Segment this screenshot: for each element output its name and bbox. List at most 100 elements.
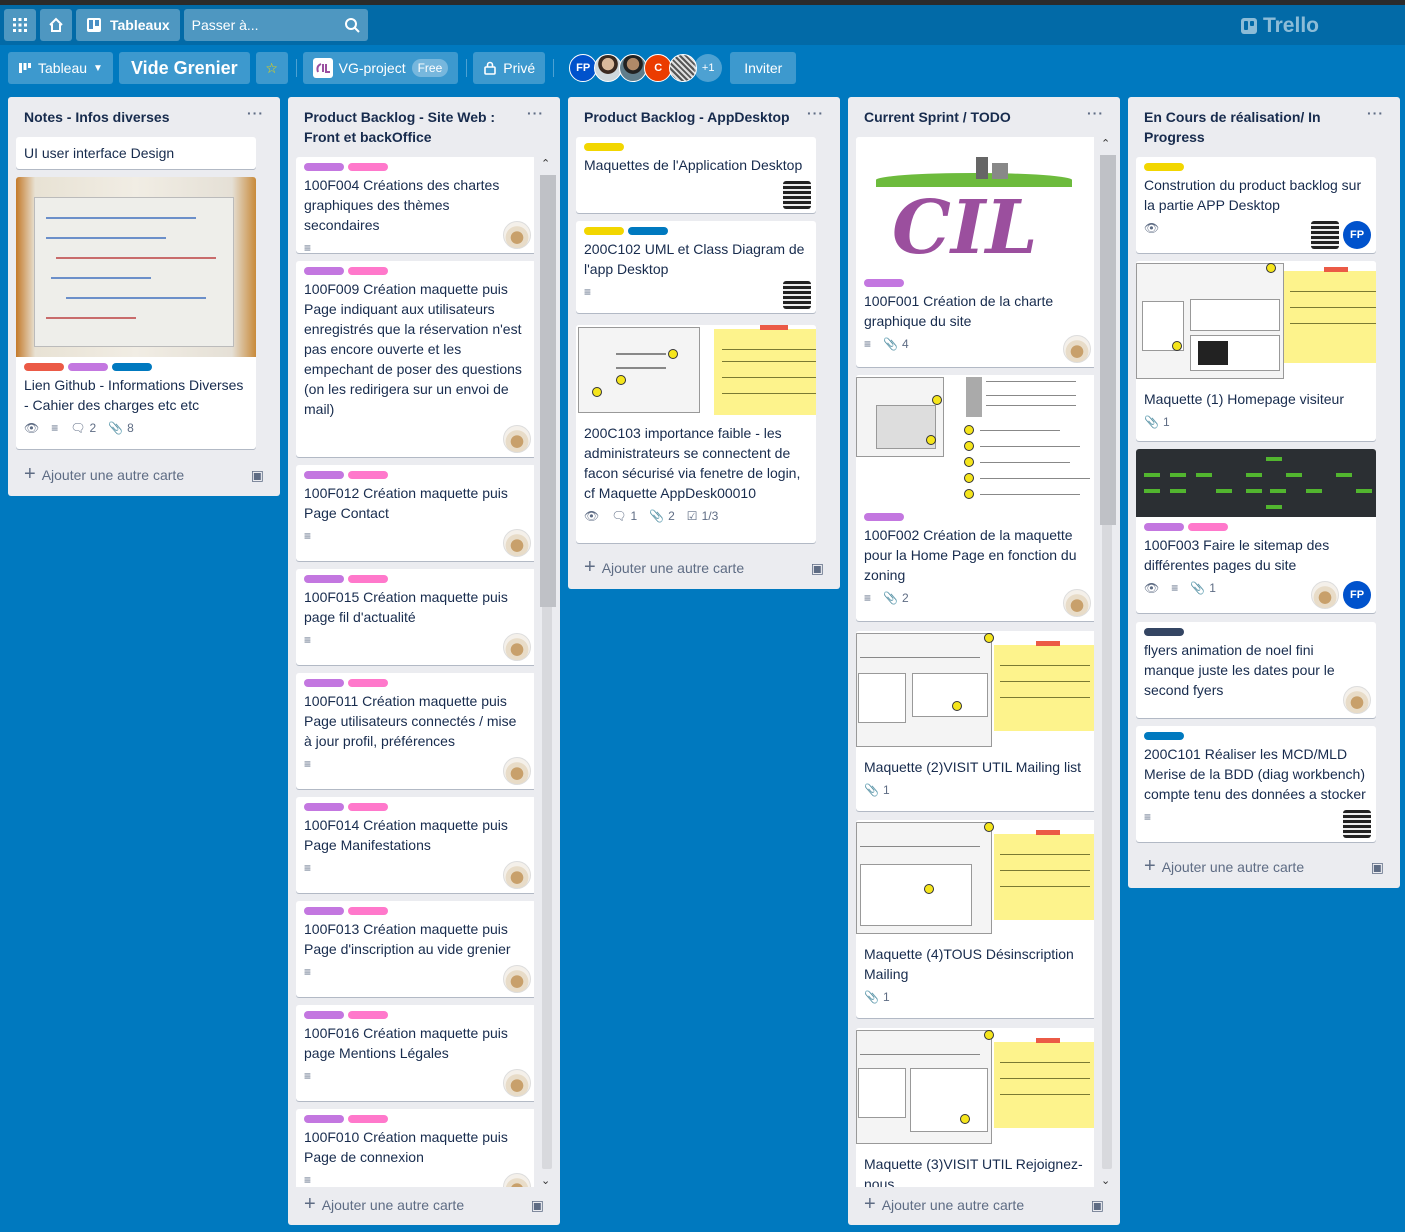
list-header[interactable]: En Cours de réalisation/ In Progress ··· (1128, 97, 1400, 147)
card[interactable]: Maquette (2)VISIT UTIL Mailing list 📎 1 (856, 631, 1094, 811)
member-avatar[interactable] (1311, 221, 1339, 249)
member-avatar[interactable] (783, 281, 811, 309)
label-red (24, 363, 64, 371)
card[interactable]: Constrution du product backlog sur la pa… (1136, 157, 1376, 253)
template-icon[interactable]: ▣ (1371, 859, 1384, 876)
template-icon[interactable]: ▣ (251, 467, 264, 484)
scroll-down-icon[interactable]: ⌄ (541, 1174, 550, 1187)
apps-menu-button[interactable] (4, 9, 36, 41)
list-header[interactable]: Product Backlog - AppDesktop ··· (568, 97, 840, 127)
list-menu-icon[interactable]: ··· (1367, 103, 1384, 147)
member-avatar[interactable] (503, 221, 531, 249)
card-members: FP (1311, 221, 1371, 249)
card[interactable]: 200C103 importance faible - les administ… (576, 325, 816, 543)
home-button[interactable] (40, 9, 72, 41)
card[interactable]: 100F009 Création maquette puis Page indi… (296, 261, 534, 457)
boards-button[interactable]: Tableaux (76, 9, 180, 41)
list-scrollbar[interactable]: ⌃ ⌄ (1098, 137, 1116, 1187)
add-card-button[interactable]: + Ajouter une autre carte ▣ (856, 1191, 1112, 1219)
member-avatar[interactable] (503, 425, 531, 453)
board-title[interactable]: Vide Grenier (118, 52, 250, 84)
card[interactable]: flyers animation de noel fini manque jus… (1136, 622, 1376, 718)
attachments-count: 1 (882, 783, 890, 797)
member-avatar[interactable] (1311, 581, 1339, 609)
list-header[interactable]: Current Sprint / TODO ··· (848, 97, 1120, 127)
list-header[interactable]: Notes - Infos diverses ··· (8, 97, 280, 127)
description-icon: ≡ (864, 337, 872, 351)
card[interactable]: UI user interface Design (16, 137, 256, 169)
list-header[interactable]: Product Backlog - Site Web : Front et ba… (288, 97, 560, 147)
card[interactable]: 100F016 Création maquette puis page Ment… (296, 1005, 534, 1101)
search-input[interactable]: Passer à... (183, 9, 368, 41)
card[interactable]: 100F014 Création maquette puis Page Mani… (296, 797, 534, 893)
card-cover-image (856, 375, 1094, 507)
trello-logo[interactable]: Trello (1240, 14, 1319, 38)
list-scrollbar[interactable]: ⌃ ⌄ (538, 157, 556, 1187)
card-badges: ≡ (304, 631, 528, 649)
card[interactable]: Maquettes de l'Application Desktop (576, 137, 816, 213)
member-avatar[interactable]: FP (569, 54, 598, 82)
divider (553, 59, 555, 77)
member-avatar[interactable] (1343, 686, 1371, 714)
star-button[interactable]: ☆ (255, 52, 288, 84)
add-card-button[interactable]: + Ajouter une autre carte ▣ (576, 554, 832, 582)
template-icon[interactable]: ▣ (811, 560, 824, 577)
list-menu-icon[interactable]: ··· (247, 103, 264, 127)
member-avatar[interactable] (1063, 335, 1091, 363)
member-avatar[interactable]: FP (1343, 221, 1371, 249)
card[interactable]: Maquette (4)TOUS Désinscription Mailing … (856, 820, 1094, 1018)
member-avatar[interactable] (619, 54, 648, 82)
member-avatar[interactable]: C (644, 54, 673, 82)
workspace-plan-badge: Free (411, 59, 449, 77)
card[interactable]: Lien Github - Informations Diverses - Ca… (16, 177, 256, 449)
card[interactable]: 100F012 Création maquette puis Page Cont… (296, 465, 534, 561)
card[interactable]: 100F004 Créations des chartes graphiques… (296, 157, 534, 253)
add-card-button[interactable]: + Ajouter une autre carte ▣ (16, 461, 272, 489)
member-avatar[interactable] (669, 54, 698, 82)
card[interactable]: 100F015 Création maquette puis page fil … (296, 569, 534, 665)
member-avatar[interactable] (503, 861, 531, 889)
scroll-thumb[interactable] (1100, 155, 1116, 525)
list-menu-icon[interactable]: ··· (807, 103, 824, 127)
checklist-count: 1/3 (701, 509, 719, 523)
template-icon[interactable]: ▣ (531, 1197, 544, 1214)
list-menu-icon[interactable]: ··· (527, 103, 544, 147)
card[interactable]: 100F010 Création maquette puis Page de c… (296, 1109, 534, 1187)
member-avatar[interactable] (1343, 810, 1371, 838)
card-cover-image (576, 325, 816, 417)
member-avatar[interactable] (503, 1069, 531, 1097)
list-menu-icon[interactable]: ··· (1087, 103, 1104, 127)
member-avatar[interactable] (503, 633, 531, 661)
card-members (783, 181, 811, 209)
member-avatar[interactable] (1063, 589, 1091, 617)
card[interactable]: CIL 100F001 Création de la charte graphi… (856, 137, 1094, 367)
card[interactable]: 100F003 Faire le sitemap des différentes… (1136, 449, 1376, 613)
scroll-up-icon[interactable]: ⌃ (1101, 137, 1110, 150)
member-avatar[interactable] (783, 181, 811, 209)
visibility-button[interactable]: Privé (473, 52, 546, 84)
scroll-thumb[interactable] (540, 175, 556, 607)
member-avatar[interactable] (503, 757, 531, 785)
card[interactable]: 100F002 Création de la maquette pour la … (856, 375, 1094, 621)
member-avatar[interactable] (503, 1173, 531, 1187)
view-switcher-button[interactable]: Tableau ▼ (8, 52, 113, 84)
scroll-up-icon[interactable]: ⌃ (541, 157, 550, 170)
member-avatar[interactable] (503, 529, 531, 557)
invite-button[interactable]: Inviter (730, 52, 797, 84)
card[interactable]: Maquette (1) Homepage visiteur 📎 1 (1136, 261, 1376, 441)
card[interactable]: 200C102 UML et Class Diagram de l'app De… (576, 221, 816, 313)
member-avatar[interactable]: FP (1343, 581, 1371, 609)
card[interactable]: 200C101 Réaliser les MCD/MLD Merise de l… (1136, 726, 1376, 842)
more-members-button[interactable]: +1 (694, 54, 723, 82)
card[interactable]: Maquette (3)VISIT UTIL Rejoignez-nous (856, 1028, 1094, 1187)
card[interactable]: 100F013 Création maquette puis Page d'in… (296, 901, 534, 997)
workspace-button[interactable]: VG-project Free (302, 52, 459, 84)
template-icon[interactable]: ▣ (1091, 1197, 1104, 1214)
member-avatar[interactable] (594, 54, 623, 82)
add-card-button[interactable]: + Ajouter une autre carte ▣ (296, 1191, 552, 1219)
scroll-down-icon[interactable]: ⌄ (1101, 1174, 1110, 1187)
card[interactable]: 100F011 Création maquette puis Page util… (296, 673, 534, 789)
add-card-button[interactable]: + Ajouter une autre carte ▣ (1136, 853, 1392, 881)
attachments-count: 2 (901, 591, 909, 605)
member-avatar[interactable] (503, 965, 531, 993)
